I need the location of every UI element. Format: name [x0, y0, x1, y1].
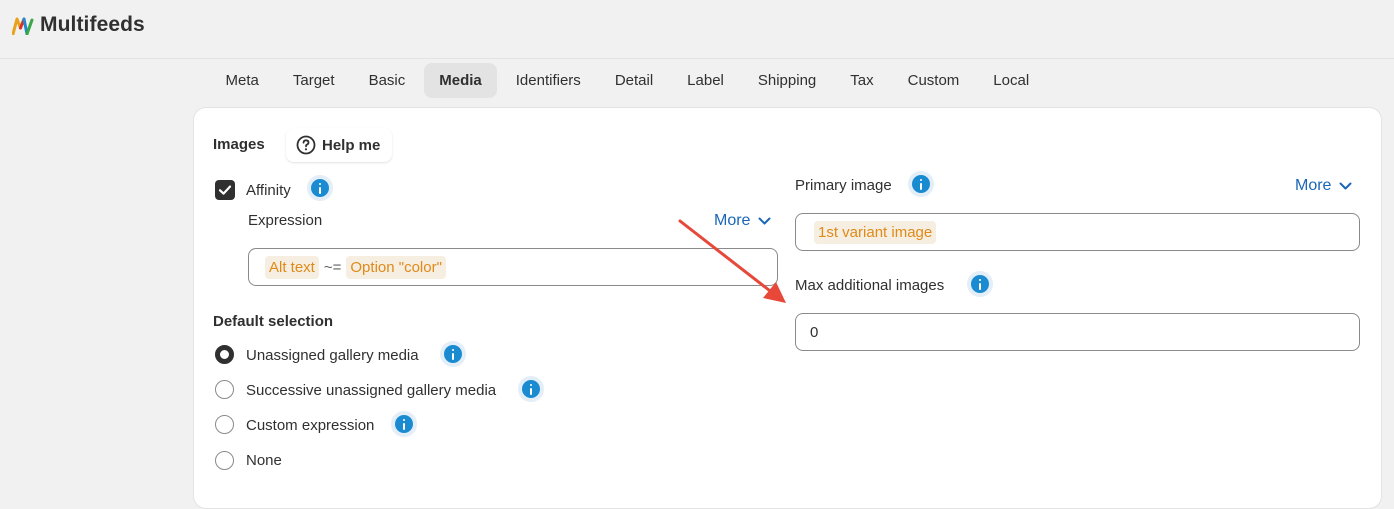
- tab-bar: Meta Target Basic Media Identifiers Deta…: [210, 63, 1048, 99]
- max-additional-images-label: Max additional images: [795, 277, 945, 294]
- max-additional-info-icon[interactable]: [967, 271, 993, 297]
- tab-media[interactable]: Media: [423, 63, 498, 98]
- radio-unassigned-gallery-media[interactable]: [215, 345, 234, 364]
- question-circle-icon: [296, 135, 316, 155]
- primary-image-label: Primary image: [795, 177, 892, 194]
- tab-local[interactable]: Local: [978, 63, 1045, 98]
- tab-identifiers[interactable]: Identifiers: [500, 63, 596, 98]
- tab-tax[interactable]: Tax: [835, 63, 889, 98]
- option-custom-expression-label: Custom expression: [246, 417, 375, 434]
- chevron-down-icon: [1339, 182, 1352, 189]
- affinity-info-icon[interactable]: [307, 175, 333, 201]
- max-additional-images-input[interactable]: 0: [795, 313, 1360, 351]
- radio-successive-unassigned-gallery-media[interactable]: [215, 380, 234, 399]
- radio-custom-expression[interactable]: [215, 415, 234, 434]
- app-title: Multifeeds: [40, 13, 145, 36]
- annotation-arrow-icon: [678, 219, 786, 303]
- option-unassigned-gallery-media-label: Unassigned gallery media: [246, 347, 419, 364]
- primary-image-info-icon[interactable]: [908, 171, 934, 197]
- multifeeds-logo-icon: [12, 17, 34, 35]
- affinity-checkbox[interactable]: [215, 180, 235, 200]
- tab-meta[interactable]: Meta: [210, 63, 274, 98]
- expression-token-alt-text: Alt text: [265, 255, 319, 279]
- images-section-title: Images: [213, 136, 265, 153]
- tab-target[interactable]: Target: [277, 63, 350, 98]
- checkmark-icon: [218, 185, 232, 195]
- tab-shipping[interactable]: Shipping: [742, 63, 831, 98]
- default-selection-title: Default selection: [213, 313, 334, 330]
- successive-info-icon[interactable]: [518, 376, 544, 402]
- option-none-label: None: [246, 452, 282, 469]
- expression-operator: ~=: [323, 258, 342, 276]
- affinity-label: Affinity: [246, 182, 291, 199]
- help-me-label: Help me: [322, 136, 381, 154]
- radio-none[interactable]: [215, 451, 234, 470]
- top-bar: Multifeeds: [0, 0, 1394, 59]
- expression-label: Expression: [248, 212, 323, 229]
- tab-basic[interactable]: Basic: [353, 63, 421, 98]
- tab-detail[interactable]: Detail: [599, 63, 668, 98]
- tab-custom[interactable]: Custom: [892, 63, 975, 98]
- primary-image-more-link[interactable]: More: [1295, 177, 1352, 195]
- more-label: More: [1295, 177, 1332, 194]
- max-additional-images-value: 0: [810, 323, 819, 341]
- primary-image-field[interactable]: 1st variant image: [795, 213, 1360, 251]
- expression-token-option-color: Option "color": [346, 255, 446, 279]
- tab-label[interactable]: Label: [672, 63, 740, 98]
- option-successive-unassigned-label: Successive unassigned gallery media: [246, 382, 497, 399]
- unassigned-info-icon[interactable]: [440, 341, 466, 367]
- help-me-button[interactable]: Help me: [286, 128, 393, 162]
- custom-expression-info-icon[interactable]: [391, 411, 417, 437]
- primary-image-token: 1st variant image: [814, 220, 937, 244]
